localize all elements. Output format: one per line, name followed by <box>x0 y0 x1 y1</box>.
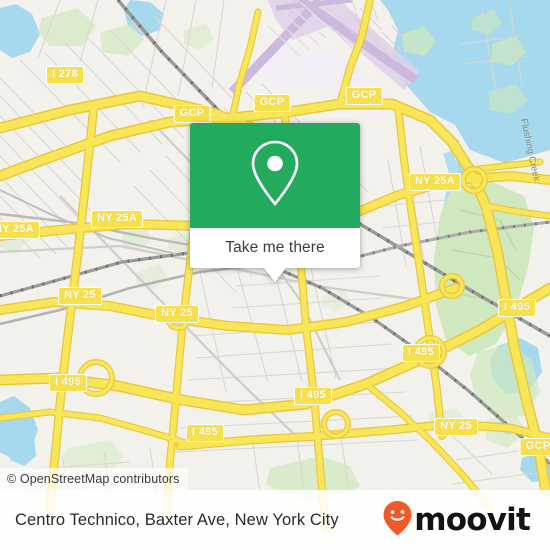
moovit-pin-icon <box>382 500 413 541</box>
place-title: Centro Technico, Baxter Ave, New York Ci… <box>15 510 339 529</box>
street-label: Flushing Creek <box>517 117 543 183</box>
take-me-there-label: Take me there <box>225 239 325 256</box>
popup-tail <box>264 268 286 282</box>
take-me-there-button[interactable]: Take me there <box>190 228 360 268</box>
popup-image-area <box>190 123 360 228</box>
place-popup-card[interactable]: Take me there <box>190 123 360 282</box>
footer-bar: Centro Technico, Baxter Ave, New York Ci… <box>0 490 550 550</box>
map-pin-icon <box>247 138 303 213</box>
moovit-logo[interactable]: moovit <box>382 500 531 541</box>
moovit-wordmark: moovit <box>414 501 531 538</box>
osm-attribution[interactable]: © OpenStreetMap contributors <box>0 468 188 490</box>
map-screenshot: I 278GCPGCPGCPNY 25ANY 25ANY 25ANY 25NY … <box>0 0 550 550</box>
osm-attribution-text: © OpenStreetMap contributors <box>7 472 180 486</box>
